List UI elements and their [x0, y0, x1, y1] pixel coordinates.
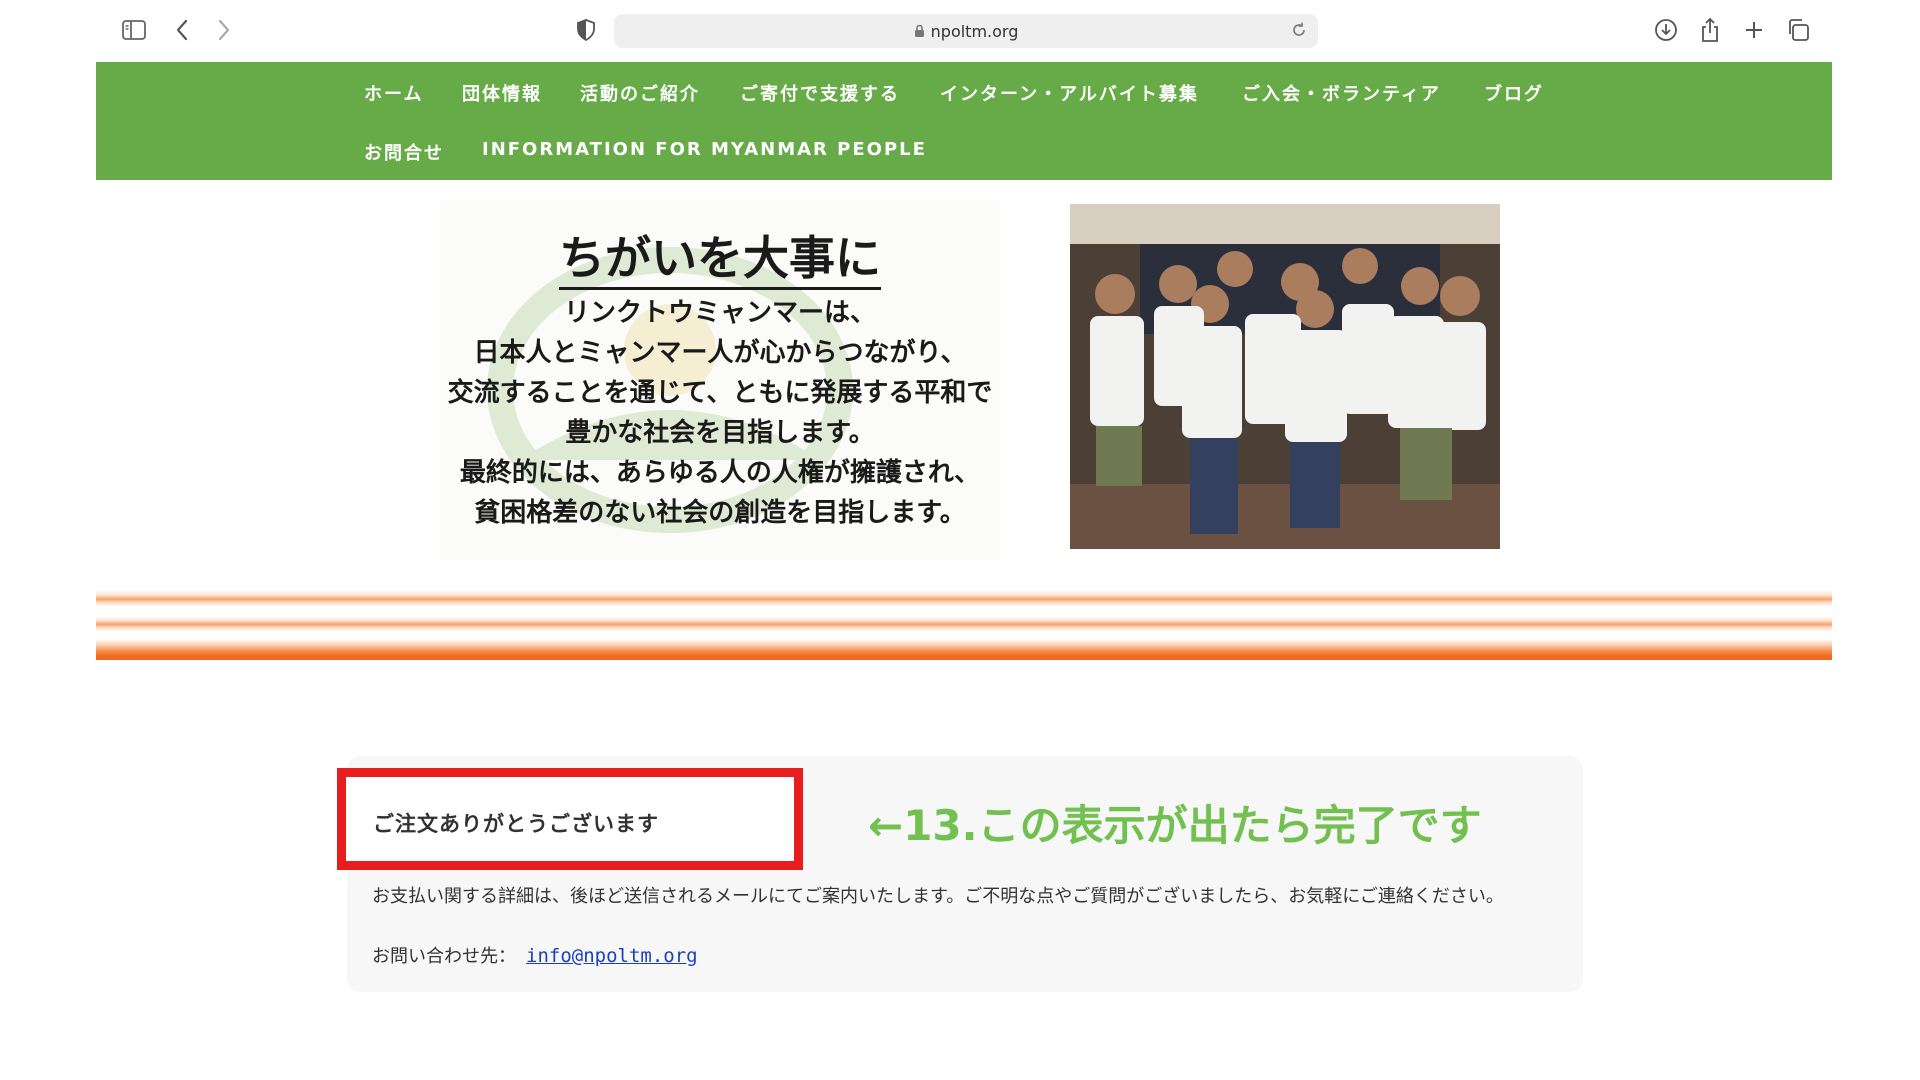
browser-toolbar: npoltm.org — [0, 0, 1920, 62]
main-navigation: ホーム 団体情報 活動のご紹介 ご寄付で支援する インターン・アルバイト募集 ご… — [96, 62, 1832, 180]
mission-line: 交流することを通じて、ともに発展する平和で — [447, 378, 993, 408]
lock-icon — [914, 24, 925, 38]
mission-line: 最終的には、あらゆる人の人権が擁護され、 — [459, 458, 981, 488]
back-icon[interactable] — [168, 16, 196, 44]
nav-item-contact[interactable]: お問合せ — [364, 139, 444, 165]
mission-banner: ちがいを大事に リンクトウミャンマーは、 日本人とミャンマー人が心からつながり、… — [440, 200, 1000, 560]
payment-detail-text: お支払い関する詳細は、後ほど送信されるメールにてご案内いたします。ご不明な点やご… — [372, 886, 1504, 907]
new-tab-icon[interactable] — [1740, 16, 1768, 44]
tab-overview-icon[interactable] — [1784, 16, 1812, 44]
nav-item-home[interactable]: ホーム — [364, 80, 423, 106]
mission-line: 貧困格差のない社会の創造を目指します。 — [474, 498, 966, 528]
decorative-divider — [96, 590, 1832, 660]
nav-item-join[interactable]: ご入会・ボランティア — [1242, 80, 1441, 106]
nav-item-activities[interactable]: 活動のご紹介 — [580, 80, 700, 106]
nav-item-intern[interactable]: インターン・アルバイト募集 — [940, 80, 1199, 106]
privacy-shield-icon[interactable] — [572, 16, 600, 44]
mission-line: 豊かな社会を目指します。 — [565, 418, 875, 448]
nav-item-blog[interactable]: ブログ — [1484, 80, 1544, 106]
nav-item-donate[interactable]: ご寄付で支援する — [740, 80, 900, 106]
mission-line: リンクトウミャンマーは、 — [563, 298, 876, 328]
downloads-icon[interactable] — [1652, 16, 1680, 44]
mission-title: ちがいを大事に — [440, 222, 1000, 290]
contact-email-link[interactable]: info@npoltm.org — [526, 945, 698, 967]
nav-item-about[interactable]: 団体情報 — [462, 80, 542, 106]
forward-icon[interactable] — [210, 16, 238, 44]
url-text: npoltm.org — [930, 21, 1019, 41]
address-bar[interactable]: npoltm.org — [614, 14, 1318, 48]
group-photo — [1070, 204, 1500, 549]
contact-line: お問い合わせ先： info@npoltm.org — [372, 942, 698, 968]
completion-annotation: ←13.この表示が出たら完了です — [868, 801, 1482, 850]
sidebar-toggle-icon[interactable] — [120, 16, 148, 44]
mission-line: 日本人とミャンマー人が心からつながり、 — [473, 338, 967, 368]
reload-icon[interactable] — [1290, 21, 1308, 43]
contact-label: お問い合わせ先： — [372, 946, 516, 967]
order-thanks-heading: ご注文ありがとうございます — [373, 812, 659, 836]
nav-item-myanmar-info[interactable]: INFORMATION FOR MYANMAR PEOPLE — [482, 139, 927, 160]
share-icon[interactable] — [1696, 16, 1724, 44]
